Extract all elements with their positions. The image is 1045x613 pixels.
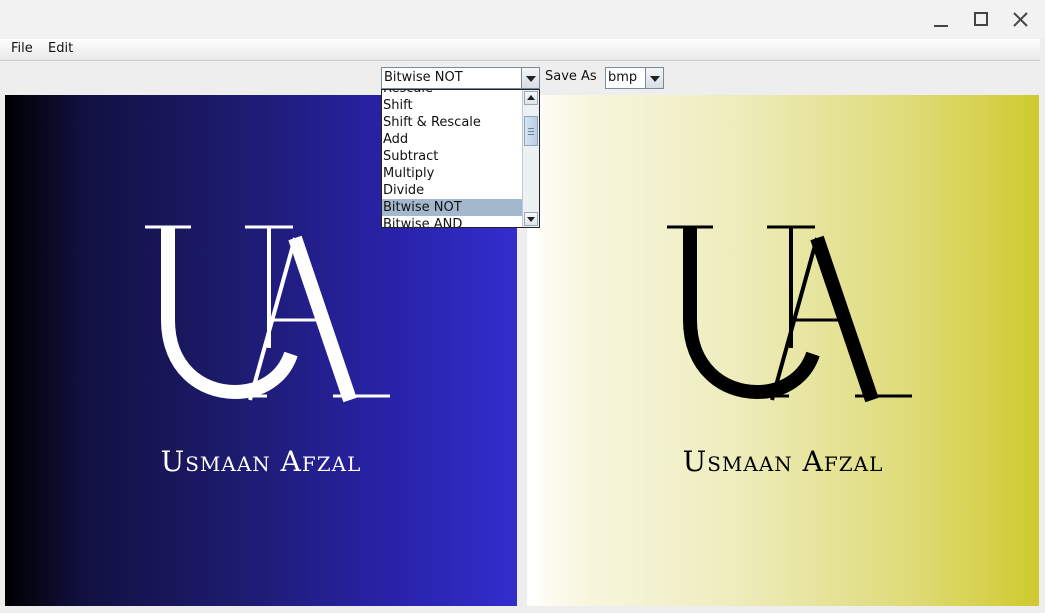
dropdown-item-rescale[interactable]: Rescale <box>382 90 522 97</box>
dropdown-item-shift[interactable]: Shift <box>382 97 522 114</box>
menu-bar: File Edit <box>0 39 1040 61</box>
menu-edit[interactable]: Edit <box>48 41 73 56</box>
minimize-button[interactable] <box>928 8 954 32</box>
close-icon <box>1013 12 1028 27</box>
dropdown-item-divide[interactable]: Divide <box>382 182 522 199</box>
original-caption: Usmaan Afzal <box>160 445 362 478</box>
dropdown-item-bitwise-not[interactable]: Bitwise NOT <box>382 199 522 216</box>
dropdown-item-multiply[interactable]: Multiply <box>382 165 522 182</box>
dropdown-scrollbar[interactable] <box>522 90 539 227</box>
close-button[interactable] <box>1008 8 1034 32</box>
scroll-down-button[interactable] <box>524 212 538 226</box>
chevron-down-icon <box>650 76 660 82</box>
chevron-down-icon <box>526 76 536 82</box>
format-combo-value: bmp <box>608 70 638 85</box>
processed-image: Usmaan Afzal <box>527 95 1039 606</box>
scroll-up-button[interactable] <box>524 91 538 105</box>
operation-combo-arrow[interactable] <box>521 68 539 88</box>
save-as-label: Save As <box>545 69 597 84</box>
operation-dropdown-list: Rescale Shift Shift & Rescale Add Subtra… <box>381 89 540 228</box>
maximize-button[interactable] <box>968 8 994 32</box>
maximize-icon <box>974 12 988 26</box>
menu-file[interactable]: File <box>11 41 33 56</box>
format-combo[interactable]: bmp <box>605 67 664 89</box>
format-combo-arrow[interactable] <box>645 68 663 88</box>
dropdown-item-add[interactable]: Add <box>382 131 522 148</box>
operation-combo-value: Bitwise NOT <box>384 70 463 85</box>
monogram-logo <box>667 225 912 403</box>
title-bar <box>0 0 1045 39</box>
operation-combo[interactable]: Bitwise NOT <box>381 67 540 89</box>
chevron-up-icon <box>527 95 535 100</box>
dropdown-item-shift-rescale[interactable]: Shift & Rescale <box>382 114 522 131</box>
dropdown-item-bitwise-and[interactable]: Bitwise AND <box>382 216 522 227</box>
minimize-icon <box>934 25 948 27</box>
chevron-down-icon <box>527 217 535 222</box>
scrollbar-thumb[interactable] <box>524 116 538 146</box>
dropdown-item-subtract[interactable]: Subtract <box>382 148 522 165</box>
monogram-logo <box>145 225 390 403</box>
processed-caption: Usmaan Afzal <box>682 445 884 478</box>
